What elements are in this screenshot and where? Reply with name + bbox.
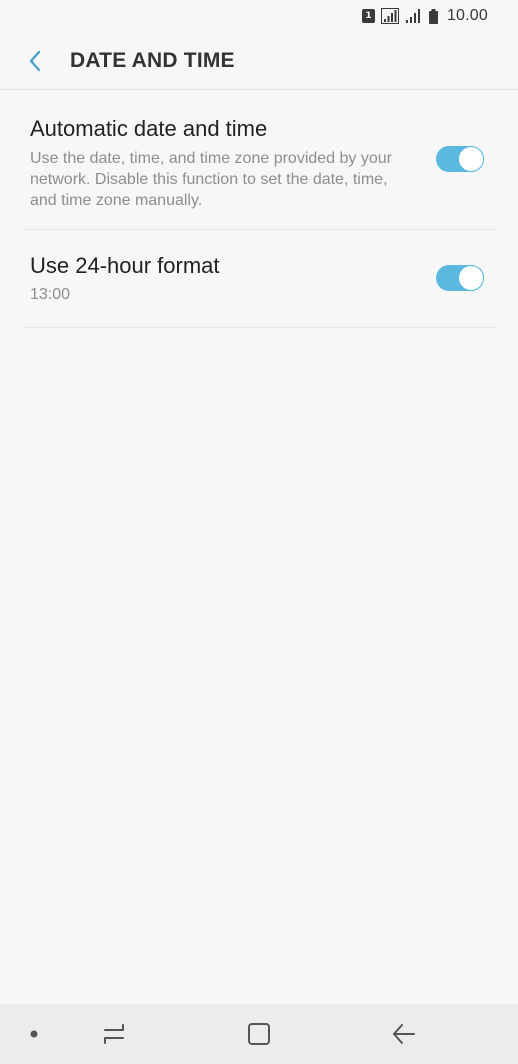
- signal-sim1-icon: [380, 8, 399, 24]
- dot-button[interactable]: [28, 1028, 40, 1040]
- toggle-knob: [458, 146, 484, 172]
- recents-button[interactable]: [100, 1020, 128, 1048]
- status-time: 10.00: [446, 7, 488, 24]
- dot-icon: [30, 1030, 38, 1038]
- back-icon: [393, 1024, 415, 1044]
- page-title: DATE AND TIME: [70, 48, 235, 72]
- sim-badge: 1: [361, 9, 375, 23]
- setting-24-hour-format[interactable]: Use 24-hour format 13:00: [24, 230, 496, 328]
- setting-description: Use the date, time, and time zone provid…: [30, 150, 392, 209]
- signal-sim2-icon: [405, 9, 420, 23]
- status-bar: 1 10.00: [0, 0, 518, 32]
- app-header: DATE AND TIME: [0, 32, 518, 90]
- setting-title: Automatic date and time: [30, 116, 268, 141]
- home-icon: [248, 1023, 270, 1045]
- recents-icon: [104, 1024, 124, 1044]
- settings-list: Automatic date and time Use the date, ti…: [24, 91, 496, 328]
- setting-automatic-date-time[interactable]: Automatic date and time Use the date, ti…: [24, 91, 496, 230]
- 24-hour-format-toggle[interactable]: [436, 265, 484, 291]
- setting-example-time: 13:00: [30, 286, 71, 303]
- setting-text: Use 24-hour format 13:00: [30, 252, 410, 304]
- setting-text: Automatic date and time Use the date, ti…: [30, 115, 410, 211]
- settings-screen: 1 10.00 DATE AND TIME Automatic date and…: [0, 0, 518, 1064]
- setting-title: Use 24-hour format: [30, 253, 220, 278]
- toggle-knob: [458, 265, 484, 291]
- chevron-left-icon: [29, 50, 41, 71]
- back-button[interactable]: [22, 48, 48, 74]
- automatic-date-time-toggle[interactable]: [436, 146, 484, 172]
- back-nav-button[interactable]: [390, 1020, 418, 1048]
- home-button[interactable]: [245, 1020, 273, 1048]
- navigation-bar: [0, 1004, 518, 1064]
- battery-icon: [428, 8, 438, 24]
